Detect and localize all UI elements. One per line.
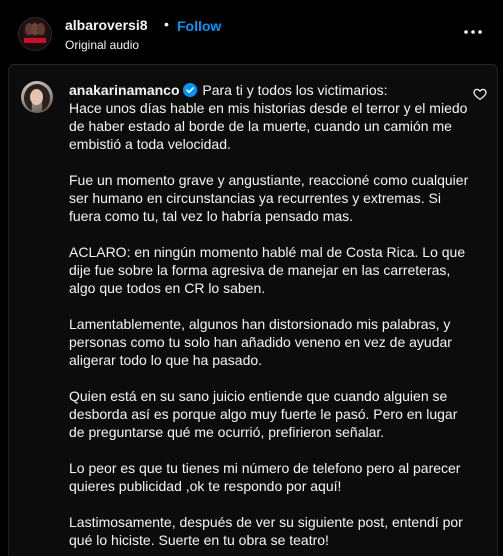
comment-paragraph: ACLARO: en ningún momento hablé mal de C… (69, 244, 466, 296)
comment-paragraph: Fue un momento grave y angustiante, reac… (69, 172, 469, 224)
comment-paragraph: Lo peor es que tu tienes mi número de te… (69, 460, 461, 494)
comment-intro: Para ti y todos los victimarios: (202, 82, 388, 98)
comment-body: anakarinamanco Para ti y todos los victi… (69, 81, 469, 556)
reel-window: albaroversi8 • Follow Original audio ana… (0, 0, 503, 556)
commenter-username[interactable]: anakarinamanco (69, 82, 180, 98)
verified-badge-icon (182, 83, 197, 97)
avatar-face (30, 89, 43, 105)
comment-first-paragraph: anakarinamanco Para ti y todos los victi… (69, 81, 469, 153)
comment-paragraph: Quien está en su sano juicio entiende qu… (69, 388, 458, 440)
comment-paragraph: Hace unos días hable en mis historias de… (69, 100, 468, 152)
separator-dot: • (164, 16, 169, 32)
author-username[interactable]: albaroversi8 (65, 17, 148, 33)
follow-button[interactable]: Follow (177, 18, 221, 34)
commenter-avatar[interactable] (21, 81, 53, 113)
more-options-icon[interactable] (462, 22, 484, 42)
comment-panel: anakarinamanco Para ti y todos los victi… (8, 64, 498, 556)
comment-paragraph: Lastimosamente, después de ver su siguie… (69, 514, 463, 548)
heart-icon[interactable] (473, 87, 487, 101)
avatar-figure (37, 23, 45, 35)
avatar-band (24, 38, 46, 43)
audio-label[interactable]: Original audio (65, 38, 139, 52)
post-header: albaroversi8 • Follow Original audio (0, 0, 503, 60)
comment-paragraph: Lamentablemente, algunos han distorsiona… (69, 316, 452, 368)
author-avatar[interactable] (18, 17, 52, 51)
